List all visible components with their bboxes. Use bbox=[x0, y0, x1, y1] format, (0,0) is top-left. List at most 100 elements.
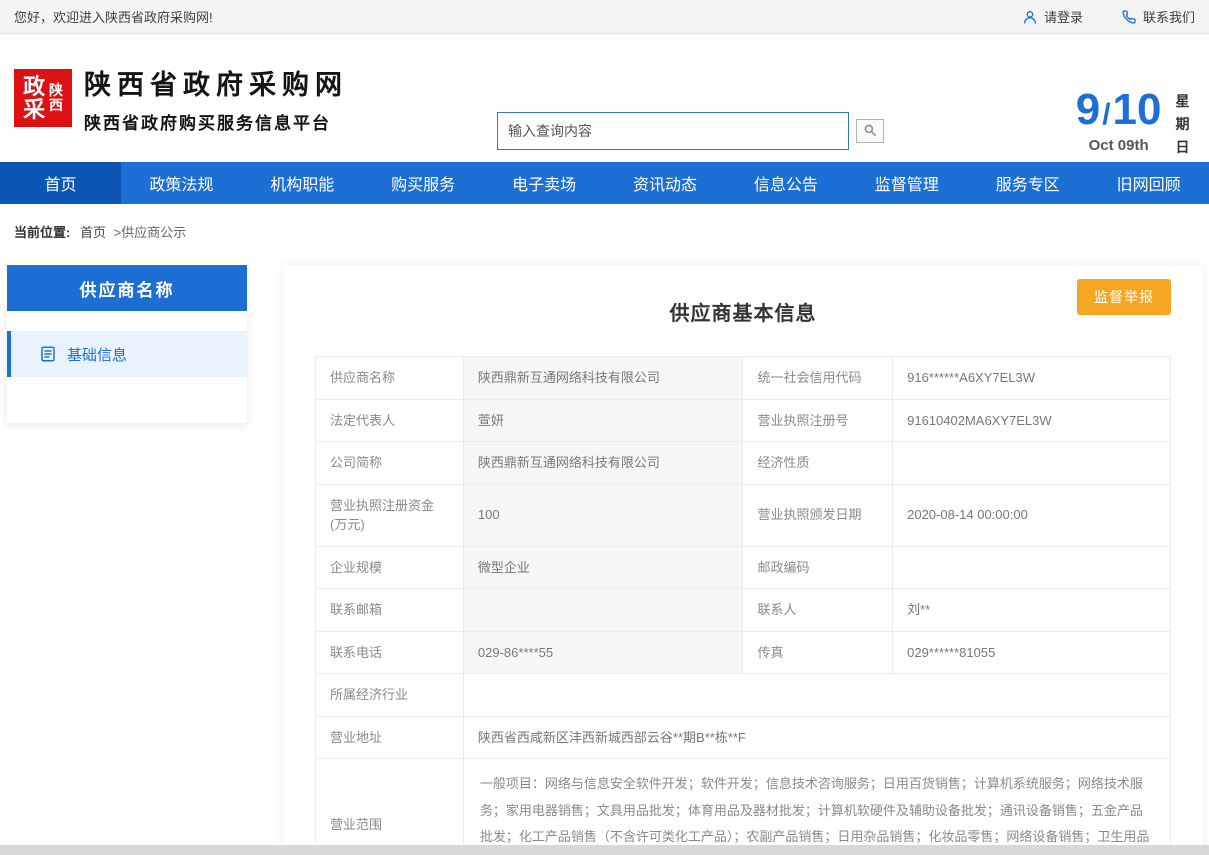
field-value: 916******A6XY7EL3W bbox=[893, 357, 1171, 400]
field-label: 企业规模 bbox=[316, 546, 464, 589]
breadcrumb-current: 供应商公示 bbox=[121, 225, 186, 240]
nav-item-policies[interactable]: 政策法规 bbox=[121, 162, 242, 204]
user-icon bbox=[1022, 9, 1038, 25]
sidebar-item-label: 基础信息 bbox=[67, 344, 127, 365]
supplier-info-table: 供应商名称 陕西鼎新互通网络科技有限公司 统一社会信用代码 916******A… bbox=[315, 356, 1171, 855]
supplier-info-panel: 监督举报 供应商基本信息 供应商名称 陕西鼎新互通网络科技有限公司 统一社会信用… bbox=[283, 265, 1203, 855]
contact-link[interactable]: 联系我们 bbox=[1121, 7, 1195, 26]
field-label: 营业执照注册号 bbox=[743, 399, 893, 442]
date-day: 9 bbox=[1076, 85, 1100, 134]
topbar-actions: 请登录 联系我们 bbox=[1022, 7, 1195, 26]
field-label: 营业执照颁发日期 bbox=[743, 484, 893, 546]
table-row: 企业规模 微型企业 邮政编码 bbox=[316, 546, 1171, 589]
search-button[interactable] bbox=[856, 119, 884, 143]
field-value: 萱妍 bbox=[463, 399, 743, 442]
site-brand: 陕西省政府采购网 陕西省政府购买服务信息平台 bbox=[84, 63, 348, 134]
table-row: 营业执照注册资金(万元) 100 营业执照颁发日期 2020-08-14 00:… bbox=[316, 484, 1171, 546]
field-label: 营业范围 bbox=[316, 759, 464, 855]
table-row: 营业范围 一般项目：网络与信息安全软件开发；软件开发；信息技术咨询服务；日用百货… bbox=[316, 759, 1171, 855]
search-icon bbox=[863, 123, 877, 140]
field-value bbox=[463, 674, 1170, 717]
field-label: 营业地址 bbox=[316, 716, 464, 759]
login-link[interactable]: 请登录 bbox=[1022, 7, 1083, 26]
breadcrumb: 当前位置: 首页 >供应商公示 bbox=[0, 204, 1209, 255]
date-numbers: 9/10 bbox=[1076, 88, 1162, 132]
nav-item-news[interactable]: 资讯动态 bbox=[605, 162, 726, 204]
field-value: 微型企业 bbox=[463, 546, 743, 589]
field-label: 联系电话 bbox=[316, 631, 464, 674]
business-scope-value: 一般项目：网络与信息安全软件开发；软件开发；信息技术咨询服务；日用百货销售；计算… bbox=[463, 759, 1170, 855]
field-label: 营业执照注册资金(万元) bbox=[316, 484, 464, 546]
breadcrumb-home-link[interactable]: 首页 bbox=[80, 225, 106, 240]
date-english: Oct 09th bbox=[1076, 137, 1162, 154]
date-widget: 9/10 Oct 09th 星期日 bbox=[1076, 88, 1193, 159]
top-utility-bar: 您好，欢迎进入陕西省政府采购网! 请登录 联系我们 bbox=[0, 0, 1209, 34]
logo-text-main: 政采 bbox=[23, 75, 46, 121]
page: 您好，欢迎进入陕西省政府采购网! 请登录 联系我们 政采 陕西 陕西省政府采购网 bbox=[0, 0, 1209, 855]
contact-label: 联系我们 bbox=[1143, 7, 1195, 26]
nav-item-announcements[interactable]: 信息公告 bbox=[725, 162, 846, 204]
field-value bbox=[893, 442, 1171, 485]
field-value bbox=[893, 546, 1171, 589]
footer-strip bbox=[0, 845, 1209, 855]
field-label: 经济性质 bbox=[743, 442, 893, 485]
nav-item-service-zone[interactable]: 服务专区 bbox=[967, 162, 1088, 204]
site-header: 政采 陕西 陕西省政府采购网 陕西省政府购买服务信息平台 9/10 Oct 09… bbox=[0, 34, 1209, 162]
field-value: 029-86****55 bbox=[463, 631, 743, 674]
field-label: 供应商名称 bbox=[316, 357, 464, 400]
table-row: 所属经济行业 bbox=[316, 674, 1171, 717]
table-row: 联系电话 029-86****55 传真 029******81055 bbox=[316, 631, 1171, 674]
nav-item-home[interactable]: 首页 bbox=[0, 162, 121, 204]
table-row: 公司简称 陕西鼎新互通网络科技有限公司 经济性质 bbox=[316, 442, 1171, 485]
date-slash: / bbox=[1100, 98, 1112, 131]
table-row: 供应商名称 陕西鼎新互通网络科技有限公司 统一社会信用代码 916******A… bbox=[316, 357, 1171, 400]
site-logo[interactable]: 政采 陕西 bbox=[14, 69, 72, 127]
nav-item-old-site[interactable]: 旧网回顾 bbox=[1088, 162, 1209, 204]
nav-item-e-marketplace[interactable]: 电子卖场 bbox=[484, 162, 605, 204]
table-row: 营业地址 陕西省西咸新区沣西新城西部云谷**期B**栋**F bbox=[316, 716, 1171, 759]
welcome-text: 您好，欢迎进入陕西省政府采购网! bbox=[14, 7, 213, 26]
field-value: 100 bbox=[463, 484, 743, 546]
field-value: 029******81055 bbox=[893, 631, 1171, 674]
field-label: 公司简称 bbox=[316, 442, 464, 485]
date-main: 9/10 Oct 09th bbox=[1076, 88, 1162, 159]
phone-icon bbox=[1121, 9, 1137, 25]
field-label: 统一社会信用代码 bbox=[743, 357, 893, 400]
field-label: 所属经济行业 bbox=[316, 674, 464, 717]
field-value: 2020-08-14 00:00:00 bbox=[893, 484, 1171, 546]
page-title: 供应商基本信息 bbox=[315, 297, 1171, 326]
field-value: 刘** bbox=[893, 589, 1171, 632]
nav-item-purchase-services[interactable]: 购买服务 bbox=[363, 162, 484, 204]
field-value: 陕西鼎新互通网络科技有限公司 bbox=[463, 357, 743, 400]
sidebar-body: 基础信息 bbox=[7, 311, 247, 423]
field-label: 邮政编码 bbox=[743, 546, 893, 589]
sidebar: 供应商名称 基础信息 bbox=[7, 265, 247, 423]
weekday-vertical: 星期日 bbox=[1176, 88, 1194, 159]
breadcrumb-label: 当前位置: bbox=[14, 225, 70, 240]
report-button[interactable]: 监督举报 bbox=[1077, 279, 1171, 315]
field-value: 91610402MA6XY7EL3W bbox=[893, 399, 1171, 442]
field-label: 法定代表人 bbox=[316, 399, 464, 442]
site-subtitle: 陕西省政府购买服务信息平台 bbox=[84, 109, 348, 134]
field-label: 联系邮箱 bbox=[316, 589, 464, 632]
field-label: 传真 bbox=[743, 631, 893, 674]
nav-item-functions[interactable]: 机构职能 bbox=[242, 162, 363, 204]
site-title: 陕西省政府采购网 bbox=[84, 63, 348, 102]
field-value: 陕西省西咸新区沣西新城西部云谷**期B**栋**F bbox=[463, 716, 1170, 759]
search-input[interactable] bbox=[497, 112, 849, 150]
logo-text-sub: 陕西 bbox=[49, 83, 64, 112]
sidebar-item-basic-info[interactable]: 基础信息 bbox=[7, 331, 247, 377]
field-label: 联系人 bbox=[743, 589, 893, 632]
document-icon bbox=[39, 345, 57, 363]
content-area: 供应商名称 基础信息 监督举报 供应商基本信息 供应 bbox=[0, 255, 1209, 855]
search-bar bbox=[497, 112, 884, 150]
table-row: 法定代表人 萱妍 营业执照注册号 91610402MA6XY7EL3W bbox=[316, 399, 1171, 442]
table-row: 联系邮箱 联系人 刘** bbox=[316, 589, 1171, 632]
field-value bbox=[463, 589, 743, 632]
login-label: 请登录 bbox=[1044, 7, 1083, 26]
sidebar-header: 供应商名称 bbox=[7, 265, 247, 311]
date-month: 10 bbox=[1113, 85, 1162, 134]
field-value: 陕西鼎新互通网络科技有限公司 bbox=[463, 442, 743, 485]
main-nav: 首页 政策法规 机构职能 购买服务 电子卖场 资讯动态 信息公告 监督管理 服务… bbox=[0, 162, 1209, 204]
nav-item-supervision[interactable]: 监督管理 bbox=[846, 162, 967, 204]
